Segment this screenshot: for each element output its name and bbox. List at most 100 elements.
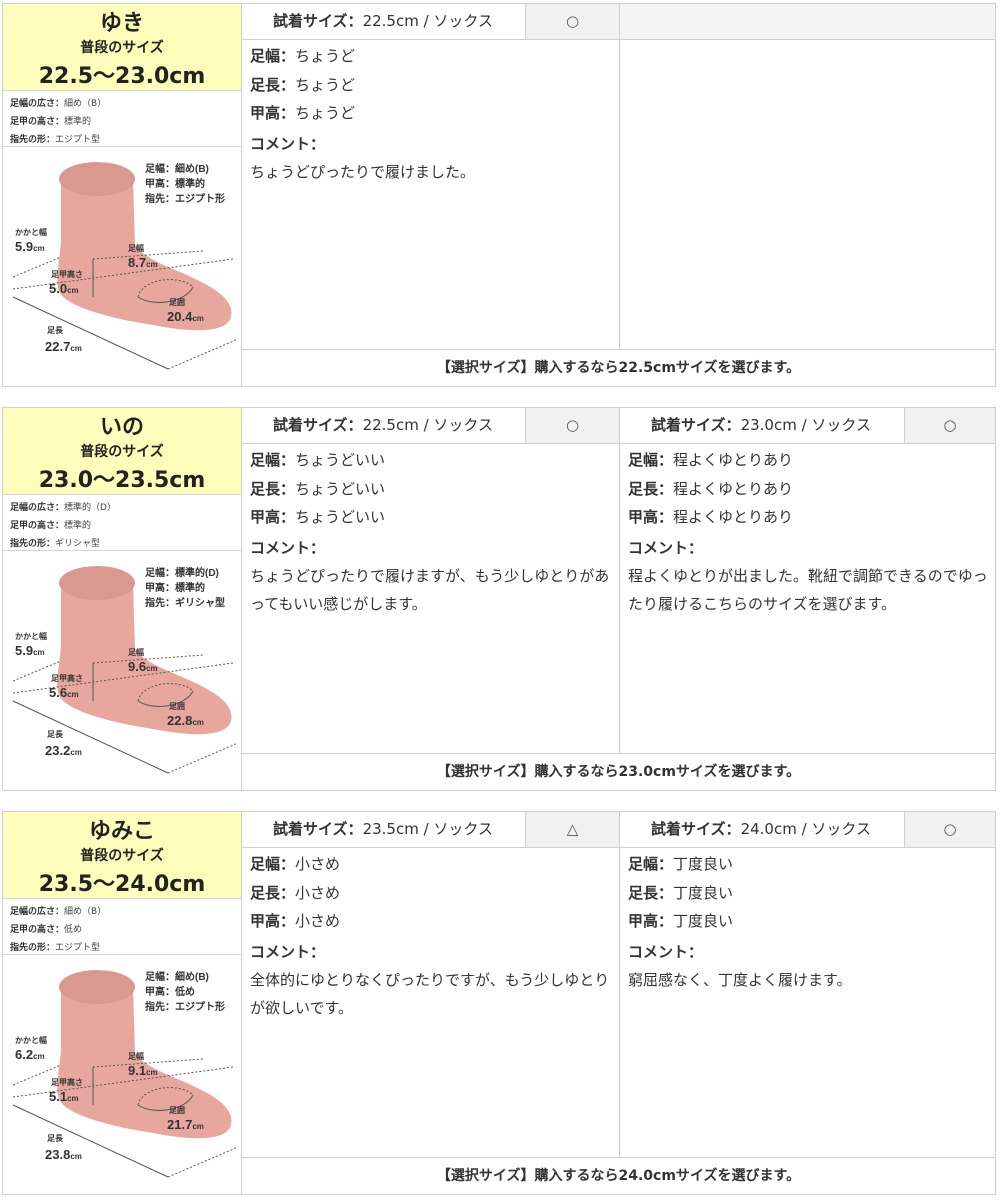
fit-length-value: 小さめ xyxy=(295,883,341,902)
diagram-val-length: 23.2 xyxy=(45,743,70,758)
ankle-opening xyxy=(59,970,135,1004)
diagram-unit: cm xyxy=(67,1094,79,1103)
diagram-note-instep-label: 甲高： xyxy=(145,581,175,594)
svg-text:23.8cm: 23.8cm xyxy=(45,1147,82,1162)
trait-width: 細め（B） xyxy=(64,907,107,917)
comment-label: コメント： xyxy=(250,942,326,961)
diagram-unit: cm xyxy=(33,648,45,657)
diagram-note-toe-label: 指先： xyxy=(145,192,175,205)
svg-text:甲高：低め: 甲高：低め xyxy=(145,985,195,998)
usual-size-label: 普段のサイズ xyxy=(80,444,164,460)
diagram-lbl-instep: 足甲高さ xyxy=(51,1077,83,1087)
fit-width-value: ちょうど xyxy=(295,47,356,65)
diagram-note-instep-label: 甲高： xyxy=(145,177,175,190)
fitting-header: 試着サイズ：23.5cm / ソックス △ xyxy=(242,812,619,848)
comment-text: 窮屈感なく、丁度よく履けます。 xyxy=(628,970,852,989)
fitting-column: 試着サイズ：22.5cm / ソックス ○ 足幅：ちょうど 足長：ちょうど 甲高… xyxy=(242,4,620,349)
usual-size-range: 23.5〜24.0cm xyxy=(38,872,206,897)
comment-text-line: 程よくゆとりが出ました。靴紐で調節できるのでゆっ xyxy=(628,566,988,585)
tried-size-value: 23.5cm / ソックス xyxy=(362,820,493,838)
fit-length-value: 程よくゆとりあり xyxy=(673,479,794,498)
usual-size-label: 普段のサイズ xyxy=(80,848,164,864)
reviewer-name: いの xyxy=(99,415,144,440)
trait-toe: ギリシャ型 xyxy=(55,539,101,549)
profile-header: ゆみこ 普段のサイズ 23.5〜24.0cm xyxy=(3,812,241,899)
trait-label: 足甲の高さ： xyxy=(10,117,65,127)
fit-instep-value: ちょうどいい xyxy=(295,508,386,526)
comment-text-line: ちょうどぴったりで履けますが、もう少しゆとりがあ xyxy=(250,566,610,585)
diagram-lbl-instep: 足甲高さ xyxy=(51,269,83,279)
fitting-column: 試着サイズ：24.0cm / ソックス ○ 足幅：丁度良い 足長：丁度良い 甲高… xyxy=(620,812,995,1157)
svg-text:5.9cm: 5.9cm xyxy=(15,239,45,254)
diagram-lbl-width: 足幅 xyxy=(128,243,144,253)
diagram-unit: cm xyxy=(192,718,204,727)
diagram-val-instep: 5.6 xyxy=(49,685,67,700)
fit-instep-label: 甲高： xyxy=(250,912,296,930)
fit-width-value: 丁度良い xyxy=(673,855,734,873)
fit-rating: ○ xyxy=(904,408,995,443)
fit-width-label: 足幅： xyxy=(250,47,296,65)
trait-label: 指先の形： xyxy=(10,943,56,953)
diagram-val-heel: 6.2 xyxy=(15,1047,33,1062)
selected-size-note: 【選択サイズ】購入するなら23.0cmサイズを選びます。 xyxy=(242,753,995,791)
tried-size-label: 試着サイズ： xyxy=(273,12,363,30)
tried-size: 試着サイズ：23.5cm / ソックス xyxy=(242,812,525,847)
diagram-val-heel: 5.9 xyxy=(15,239,33,254)
diagram-lbl-length: 足長 xyxy=(47,1134,64,1143)
comment-label: コメント： xyxy=(250,538,326,557)
tried-size-label: 試着サイズ： xyxy=(651,416,741,434)
fit-instep-value: 丁度良い xyxy=(673,912,734,930)
diagram-val-instep: 5.1 xyxy=(49,1089,67,1104)
foot-diagram: 足幅：標準的(D) 甲高：標準的 指先：ギリシャ型 かかと幅 5.9cm 足幅 … xyxy=(12,566,239,774)
trait-toe: エジプト型 xyxy=(55,135,101,145)
ankle-opening xyxy=(59,162,135,196)
fit-width-label: 足幅： xyxy=(250,451,296,469)
diagram-val-girth: 20.4 xyxy=(167,309,193,324)
reviewer-profile: いの 普段のサイズ 23.0〜23.5cm 足幅の広さ：標準的（D） 足甲の高さ… xyxy=(3,408,242,790)
fit-width-label: 足幅： xyxy=(628,855,674,873)
diagram-val-length: 22.7 xyxy=(45,339,70,354)
diagram-unit: cm xyxy=(70,344,82,353)
fit-rating: ○ xyxy=(525,4,619,39)
diagram-lbl-girth: 足囲 xyxy=(169,702,185,711)
svg-text:9.6cm: 9.6cm xyxy=(128,659,158,674)
diagram-lbl-instep: 足甲高さ xyxy=(51,673,83,683)
diagram-lbl-width: 足幅 xyxy=(128,1051,144,1061)
reviewer-name: ゆき xyxy=(99,11,144,36)
fit-width-value: 小さめ xyxy=(295,855,341,873)
foot-traits: 足幅の広さ：細め（B） 足甲の高さ：低め 指先の形：エジプト型 xyxy=(10,903,106,957)
diagram-lbl-length: 足長 xyxy=(47,326,64,335)
trait-width: 細め（B） xyxy=(64,99,107,109)
tried-size-value: 24.0cm / ソックス xyxy=(740,820,871,838)
trait-label: 足幅の広さ： xyxy=(10,503,65,513)
diagram-note-width-label: 足幅： xyxy=(145,566,175,579)
fitting-details: 足幅：程よくゆとりあり 足長：程よくゆとりあり 甲高：程よくゆとりあり コメント… xyxy=(628,446,989,619)
profile-header: ゆき 普段のサイズ 22.5〜23.0cm xyxy=(3,4,241,91)
fit-instep-value: 程よくゆとりあり xyxy=(673,508,794,526)
fit-instep-label: 甲高： xyxy=(628,508,674,526)
diagram-val-width: 8.7 xyxy=(128,255,146,270)
fitting-header: 試着サイズ：22.5cm / ソックス ○ xyxy=(242,408,619,444)
diagram-val-girth: 22.8 xyxy=(167,713,192,728)
fit-instep-value: 小さめ xyxy=(295,912,341,930)
diagram-note-toe-label: 指先： xyxy=(145,596,175,609)
diagram-val-instep: 5.0 xyxy=(49,281,67,296)
fit-length-row: 足長：ちょうどいい xyxy=(250,475,613,504)
fit-length-label: 足長： xyxy=(250,883,296,902)
diagram-note-width: 細め(B) xyxy=(175,970,209,983)
selected-size-note: 【選択サイズ】購入するなら24.0cmサイズを選びます。 xyxy=(242,1157,995,1195)
diagram-note-width-label: 足幅： xyxy=(145,162,175,175)
fit-width-label: 足幅： xyxy=(250,855,296,873)
trait-label: 足甲の高さ： xyxy=(10,925,65,935)
diagram-note-width: 細め(B) xyxy=(175,162,209,175)
profile-header: いの 普段のサイズ 23.0〜23.5cm xyxy=(3,408,241,495)
reviewer-block: いの 普段のサイズ 23.0〜23.5cm 足幅の広さ：標準的（D） 足甲の高さ… xyxy=(2,407,996,791)
trait-instep: 低め xyxy=(64,925,83,935)
fit-width-label: 足幅： xyxy=(628,451,674,469)
foot-traits: 足幅の広さ：細め（B） 足甲の高さ：標準的 指先の形：エジプト型 xyxy=(10,95,106,149)
diagram-unit: cm xyxy=(70,1152,82,1161)
reviewer-block: ゆき 普段のサイズ 22.5〜23.0cm 足幅の広さ：細め（B） 足甲の高さ：… xyxy=(2,3,996,387)
tried-size-value: 22.5cm / ソックス xyxy=(362,416,493,434)
fitting-details: 足幅：ちょうどいい 足長：ちょうどいい 甲高：ちょうどいい コメント： ちょうど… xyxy=(250,446,613,619)
diagram-note-toe: エジプト形 xyxy=(175,1000,225,1013)
